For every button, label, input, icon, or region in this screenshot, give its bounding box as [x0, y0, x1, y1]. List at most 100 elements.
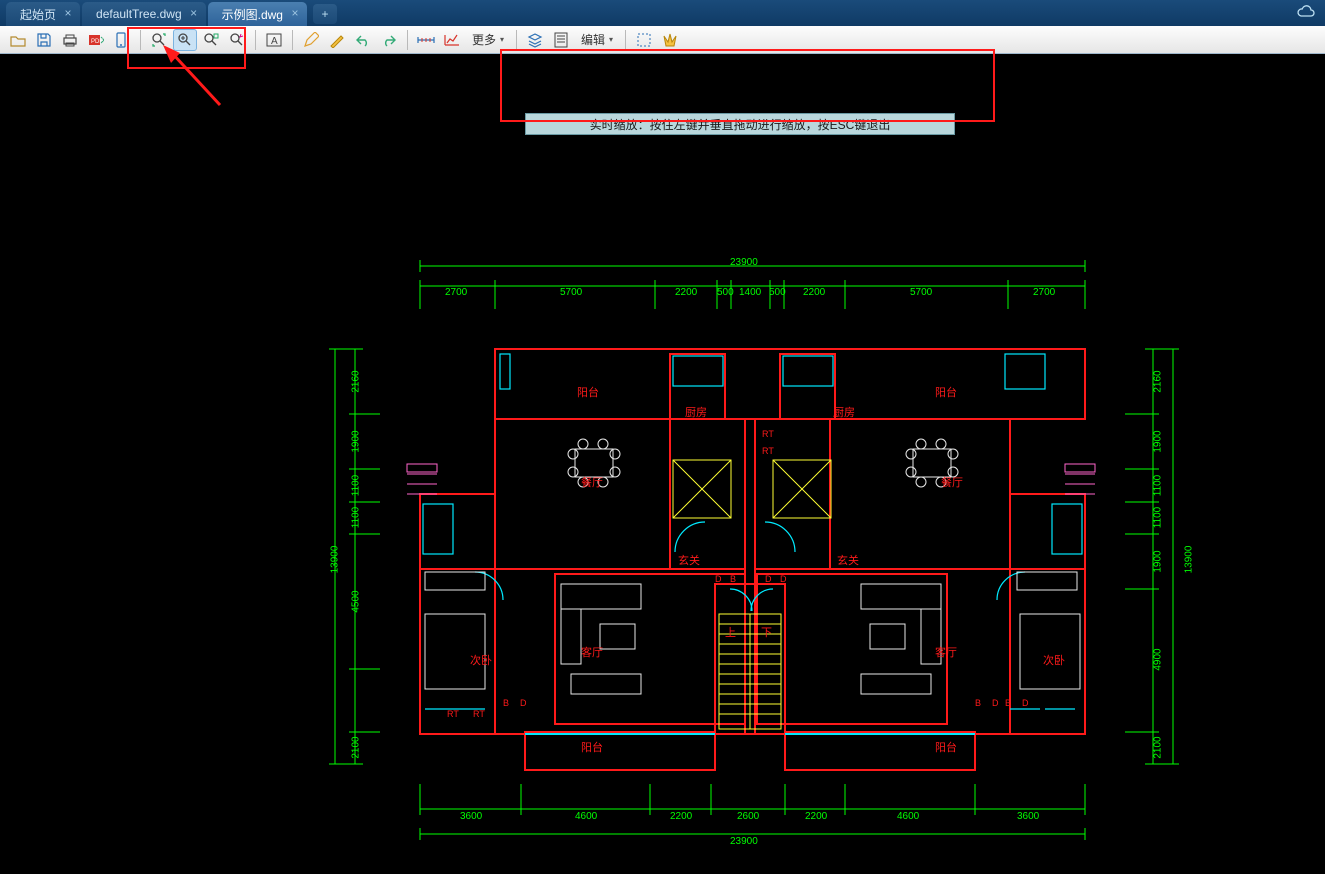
bd-label: D — [715, 574, 722, 584]
bd-label: D — [780, 574, 787, 584]
dim: 5700 — [910, 287, 932, 298]
dim: 3600 — [1017, 811, 1039, 822]
room-label: 厨房 — [685, 404, 707, 420]
separator — [140, 30, 141, 50]
tab-label: 示例图.dwg — [222, 6, 283, 23]
dim: 1100 — [350, 507, 361, 529]
measure-area-icon[interactable] — [440, 29, 464, 51]
dim: 2100 — [351, 736, 362, 758]
edit-menu-button[interactable]: 编辑 ▾ — [575, 29, 619, 51]
room-label: 上 — [725, 624, 736, 640]
room-label: 下 — [761, 624, 772, 640]
more-label: 更多 — [472, 31, 496, 48]
dim: 4900 — [1153, 648, 1164, 670]
more-menu-button[interactable]: 更多 ▾ — [466, 29, 510, 51]
bd-label: B — [1005, 698, 1011, 708]
dim: 2600 — [737, 811, 759, 822]
chevron-down-icon: ▾ — [609, 35, 613, 44]
text-box-icon[interactable]: A — [262, 29, 286, 51]
bd-label: B — [503, 698, 509, 708]
separator — [407, 30, 408, 50]
dim: 1900 — [351, 430, 362, 452]
tab-start-page[interactable]: 起始页 × — [6, 2, 80, 26]
bd-label: D — [520, 698, 527, 708]
cloud-icon[interactable] — [1295, 4, 1315, 21]
measure-linear-icon[interactable] — [414, 29, 438, 51]
undo-icon[interactable] — [351, 29, 375, 51]
tooltip-text: 实时缩放：按住左键并垂直拖动进行缩放，按ESC键退出 — [590, 116, 891, 133]
zoom-window-icon[interactable] — [199, 29, 223, 51]
dim: 2200 — [675, 287, 697, 298]
chevron-down-icon: ▾ — [500, 35, 504, 44]
close-icon[interactable]: × — [62, 7, 74, 19]
room-label: 客厅 — [581, 644, 603, 660]
bd-label: D — [992, 698, 999, 708]
zoom-extents-icon[interactable] — [147, 29, 171, 51]
room-label: 客厅 — [935, 644, 957, 660]
selection-icon[interactable] — [632, 29, 656, 51]
bd-label: B — [975, 698, 981, 708]
floor-plan-drawing: 23900 — [325, 254, 1205, 874]
dim: 1900 — [1153, 430, 1164, 452]
dim: 2160 — [351, 370, 362, 392]
dim: 2700 — [1033, 287, 1055, 298]
room-label: 阳台 — [581, 739, 603, 755]
dim: 1100 — [1152, 475, 1163, 497]
room-label: 次卧 — [1043, 652, 1065, 668]
separator — [625, 30, 626, 50]
dim: 500 — [717, 287, 734, 298]
zoom-realtime-icon[interactable] — [173, 29, 197, 51]
room-label: 阳台 — [577, 384, 599, 400]
dim: 2200 — [803, 287, 825, 298]
add-tab-button[interactable]: + — [313, 4, 337, 24]
dim: 5700 — [560, 287, 582, 298]
highlighter-icon[interactable] — [325, 29, 349, 51]
vip-icon[interactable] — [658, 29, 682, 51]
close-icon[interactable]: × — [289, 7, 301, 19]
close-icon[interactable]: × — [188, 7, 200, 19]
dim: 2160 — [1153, 370, 1164, 392]
separator — [516, 30, 517, 50]
bd-label: B — [730, 574, 736, 584]
bd-label: D — [1022, 698, 1029, 708]
room-label: 阳台 — [935, 739, 957, 755]
zoom-previous-icon[interactable] — [225, 29, 249, 51]
cad-canvas[interactable]: 实时缩放：按住左键并垂直拖动进行缩放，按ESC键退出 23900 — [0, 54, 1325, 847]
dim-left-total: 13900 — [329, 546, 340, 574]
room-label: 阳台 — [935, 384, 957, 400]
room-label: 厨房 — [833, 404, 855, 420]
room-label: 餐厅 — [581, 474, 603, 490]
dim: 2100 — [1153, 736, 1164, 758]
separator — [292, 30, 293, 50]
room-label: 玄关 — [678, 552, 700, 568]
dim: 1900 — [1153, 550, 1164, 572]
tab-default-tree[interactable]: defaultTree.dwg × — [82, 2, 206, 26]
rt-label: RT — [473, 709, 485, 719]
svg-text:PDF: PDF — [91, 39, 103, 45]
properties-icon[interactable] — [549, 29, 573, 51]
dim: 2700 — [445, 287, 467, 298]
mobile-export-icon[interactable] — [110, 29, 134, 51]
rt-label: RT — [447, 709, 459, 719]
dim: 2200 — [805, 811, 827, 822]
dim: 1100 — [1152, 507, 1163, 529]
dim: 3600 — [460, 811, 482, 822]
dim: 4600 — [897, 811, 919, 822]
dim-right-total: 13900 — [1183, 546, 1194, 574]
redo-icon[interactable] — [377, 29, 401, 51]
pdf-export-icon[interactable]: PDF — [84, 29, 108, 51]
open-icon[interactable] — [6, 29, 30, 51]
tab-label: 起始页 — [20, 6, 56, 23]
pencil-icon[interactable] — [299, 29, 323, 51]
bd-label: D — [765, 574, 772, 584]
save-icon[interactable] — [32, 29, 56, 51]
tab-example-drawing[interactable]: 示例图.dwg × — [208, 2, 307, 26]
toolbar: PDF A 更多 ▾ — [0, 26, 1325, 54]
print-icon[interactable] — [58, 29, 82, 51]
room-label: 次卧 — [470, 652, 492, 668]
dim: 500 — [769, 287, 786, 298]
svg-text:A: A — [271, 36, 278, 47]
rt-label: RT — [762, 446, 774, 456]
tab-bar: 起始页 × defaultTree.dwg × 示例图.dwg × + — [0, 0, 1325, 26]
layers-icon[interactable] — [523, 29, 547, 51]
